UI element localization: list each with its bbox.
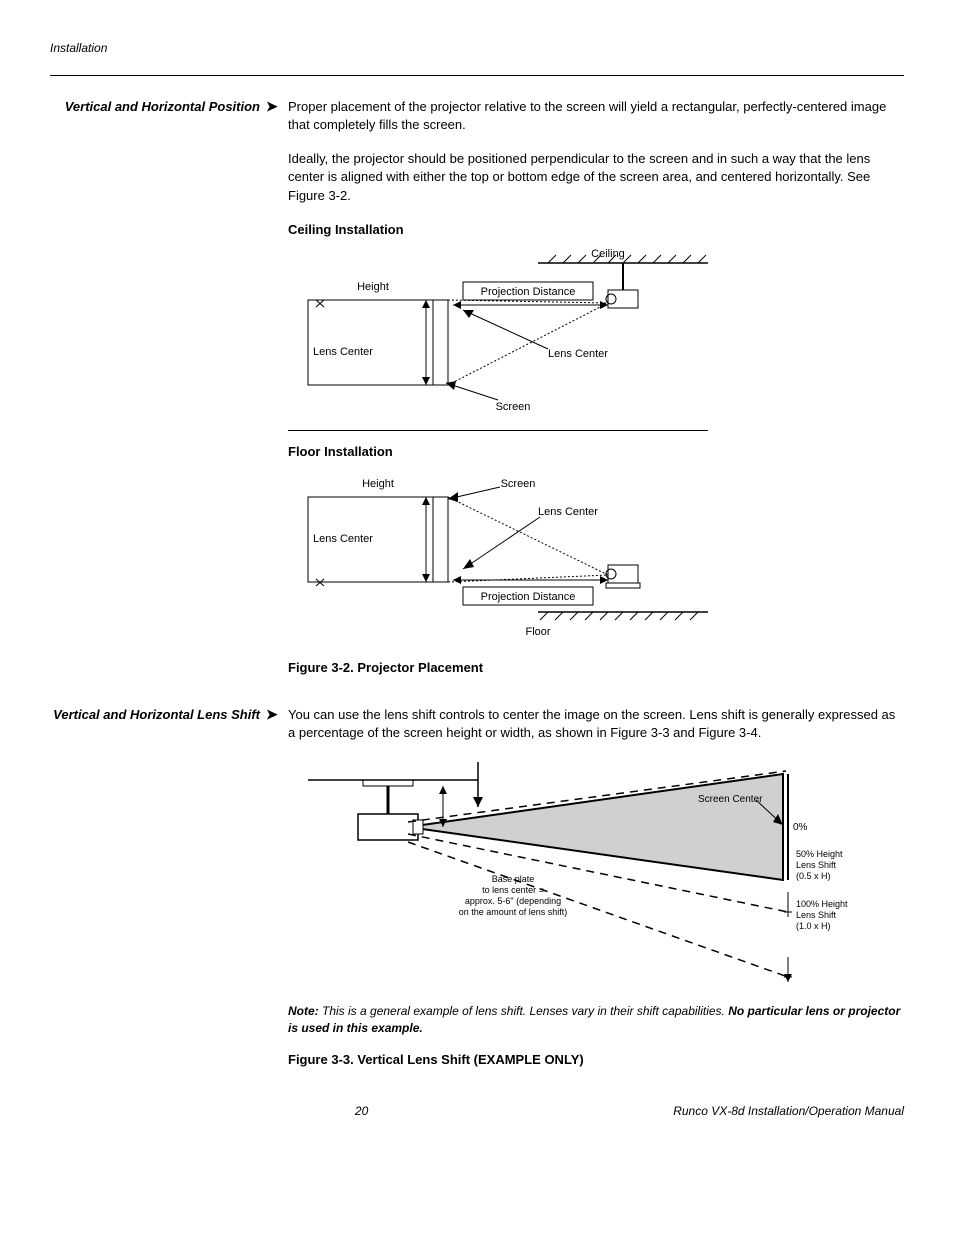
ceiling-title: Ceiling Installation [288, 221, 904, 239]
section-lens-shift: Vertical and Horizontal Lens Shift ➤ You… [50, 706, 904, 1083]
lensshift-p1: You can use the lens shift controls to c… [288, 706, 904, 742]
label-lenscenter-f1: Lens Center [313, 533, 373, 545]
label-lenscenter-c1: Lens Center [313, 346, 373, 358]
label-bp3: approx. 5-6" (depending [465, 896, 561, 906]
floor-diagram: Height Screen Lens Center Lens Center [288, 467, 904, 647]
position-p2: Ideally, the projector should be positio… [288, 150, 904, 205]
label-bp2: to lens center = [482, 885, 544, 895]
label-100-1: 100% Height [796, 899, 848, 909]
label-projdist-f: Projection Distance [481, 591, 576, 603]
label-floor: Floor [525, 626, 550, 638]
label-50-3: (0.5 x H) [796, 871, 831, 881]
label-projdist-c: Projection Distance [481, 286, 576, 298]
label-bp1: Base plate [492, 874, 535, 884]
section-position: Vertical and Horizontal Position ➤ Prope… [50, 98, 904, 692]
label-zero: 0% [793, 822, 808, 833]
label-100-2: Lens Shift [796, 910, 837, 920]
label-50-1: 50% Height [796, 849, 843, 859]
label-height-f: Height [362, 478, 394, 490]
label-50-2: Lens Shift [796, 860, 837, 870]
label-screen-c: Screen [496, 401, 531, 413]
doc-title: Runco VX-8d Installation/Operation Manua… [673, 1103, 904, 1120]
label-screen-center: Screen Center [698, 794, 763, 805]
lens-shift-diagram: Screen Center 0% 50% Height Lens Shift (… [288, 762, 904, 997]
page-header: Installation [50, 40, 904, 57]
position-p1: Proper placement of the projector relati… [288, 98, 904, 134]
header-rule [50, 75, 904, 76]
figure-3-2-caption: Figure 3-2. Projector Placement [288, 659, 904, 677]
label-ceiling: Ceiling [591, 248, 625, 260]
arrow-icon: ➤ [266, 98, 288, 692]
diagram-separator [288, 430, 708, 431]
side-label-lens-shift: Vertical and Horizontal Lens Shift [50, 706, 266, 1083]
content-lens-shift: You can use the lens shift controls to c… [288, 706, 904, 1083]
label-100-3: (1.0 x H) [796, 921, 831, 931]
side-label-position: Vertical and Horizontal Position [50, 98, 266, 692]
label-bp4: on the amount of lens shift) [459, 907, 568, 917]
content-position: Proper placement of the projector relati… [288, 98, 904, 692]
label-height-c: Height [357, 281, 389, 293]
note-text: This is a general example of lens shift.… [319, 1004, 729, 1018]
note-bold: Note: [288, 1004, 319, 1018]
ceiling-diagram: Ceiling Height Lens Center [288, 245, 904, 420]
label-lenscenter-c2: Lens Center [548, 348, 608, 360]
arrow-icon: ➤ [266, 706, 288, 1083]
floor-title: Floor Installation [288, 443, 904, 461]
figure-3-3-caption: Figure 3-3. Vertical Lens Shift (EXAMPLE… [288, 1051, 904, 1069]
page-number: 20 [50, 1103, 673, 1120]
note-lens-shift: Note: This is a general example of lens … [288, 1003, 904, 1037]
label-lenscenter-f2: Lens Center [538, 506, 598, 518]
label-screen-f: Screen [501, 478, 536, 490]
page-footer: 20 Runco VX-8d Installation/Operation Ma… [50, 1103, 904, 1120]
